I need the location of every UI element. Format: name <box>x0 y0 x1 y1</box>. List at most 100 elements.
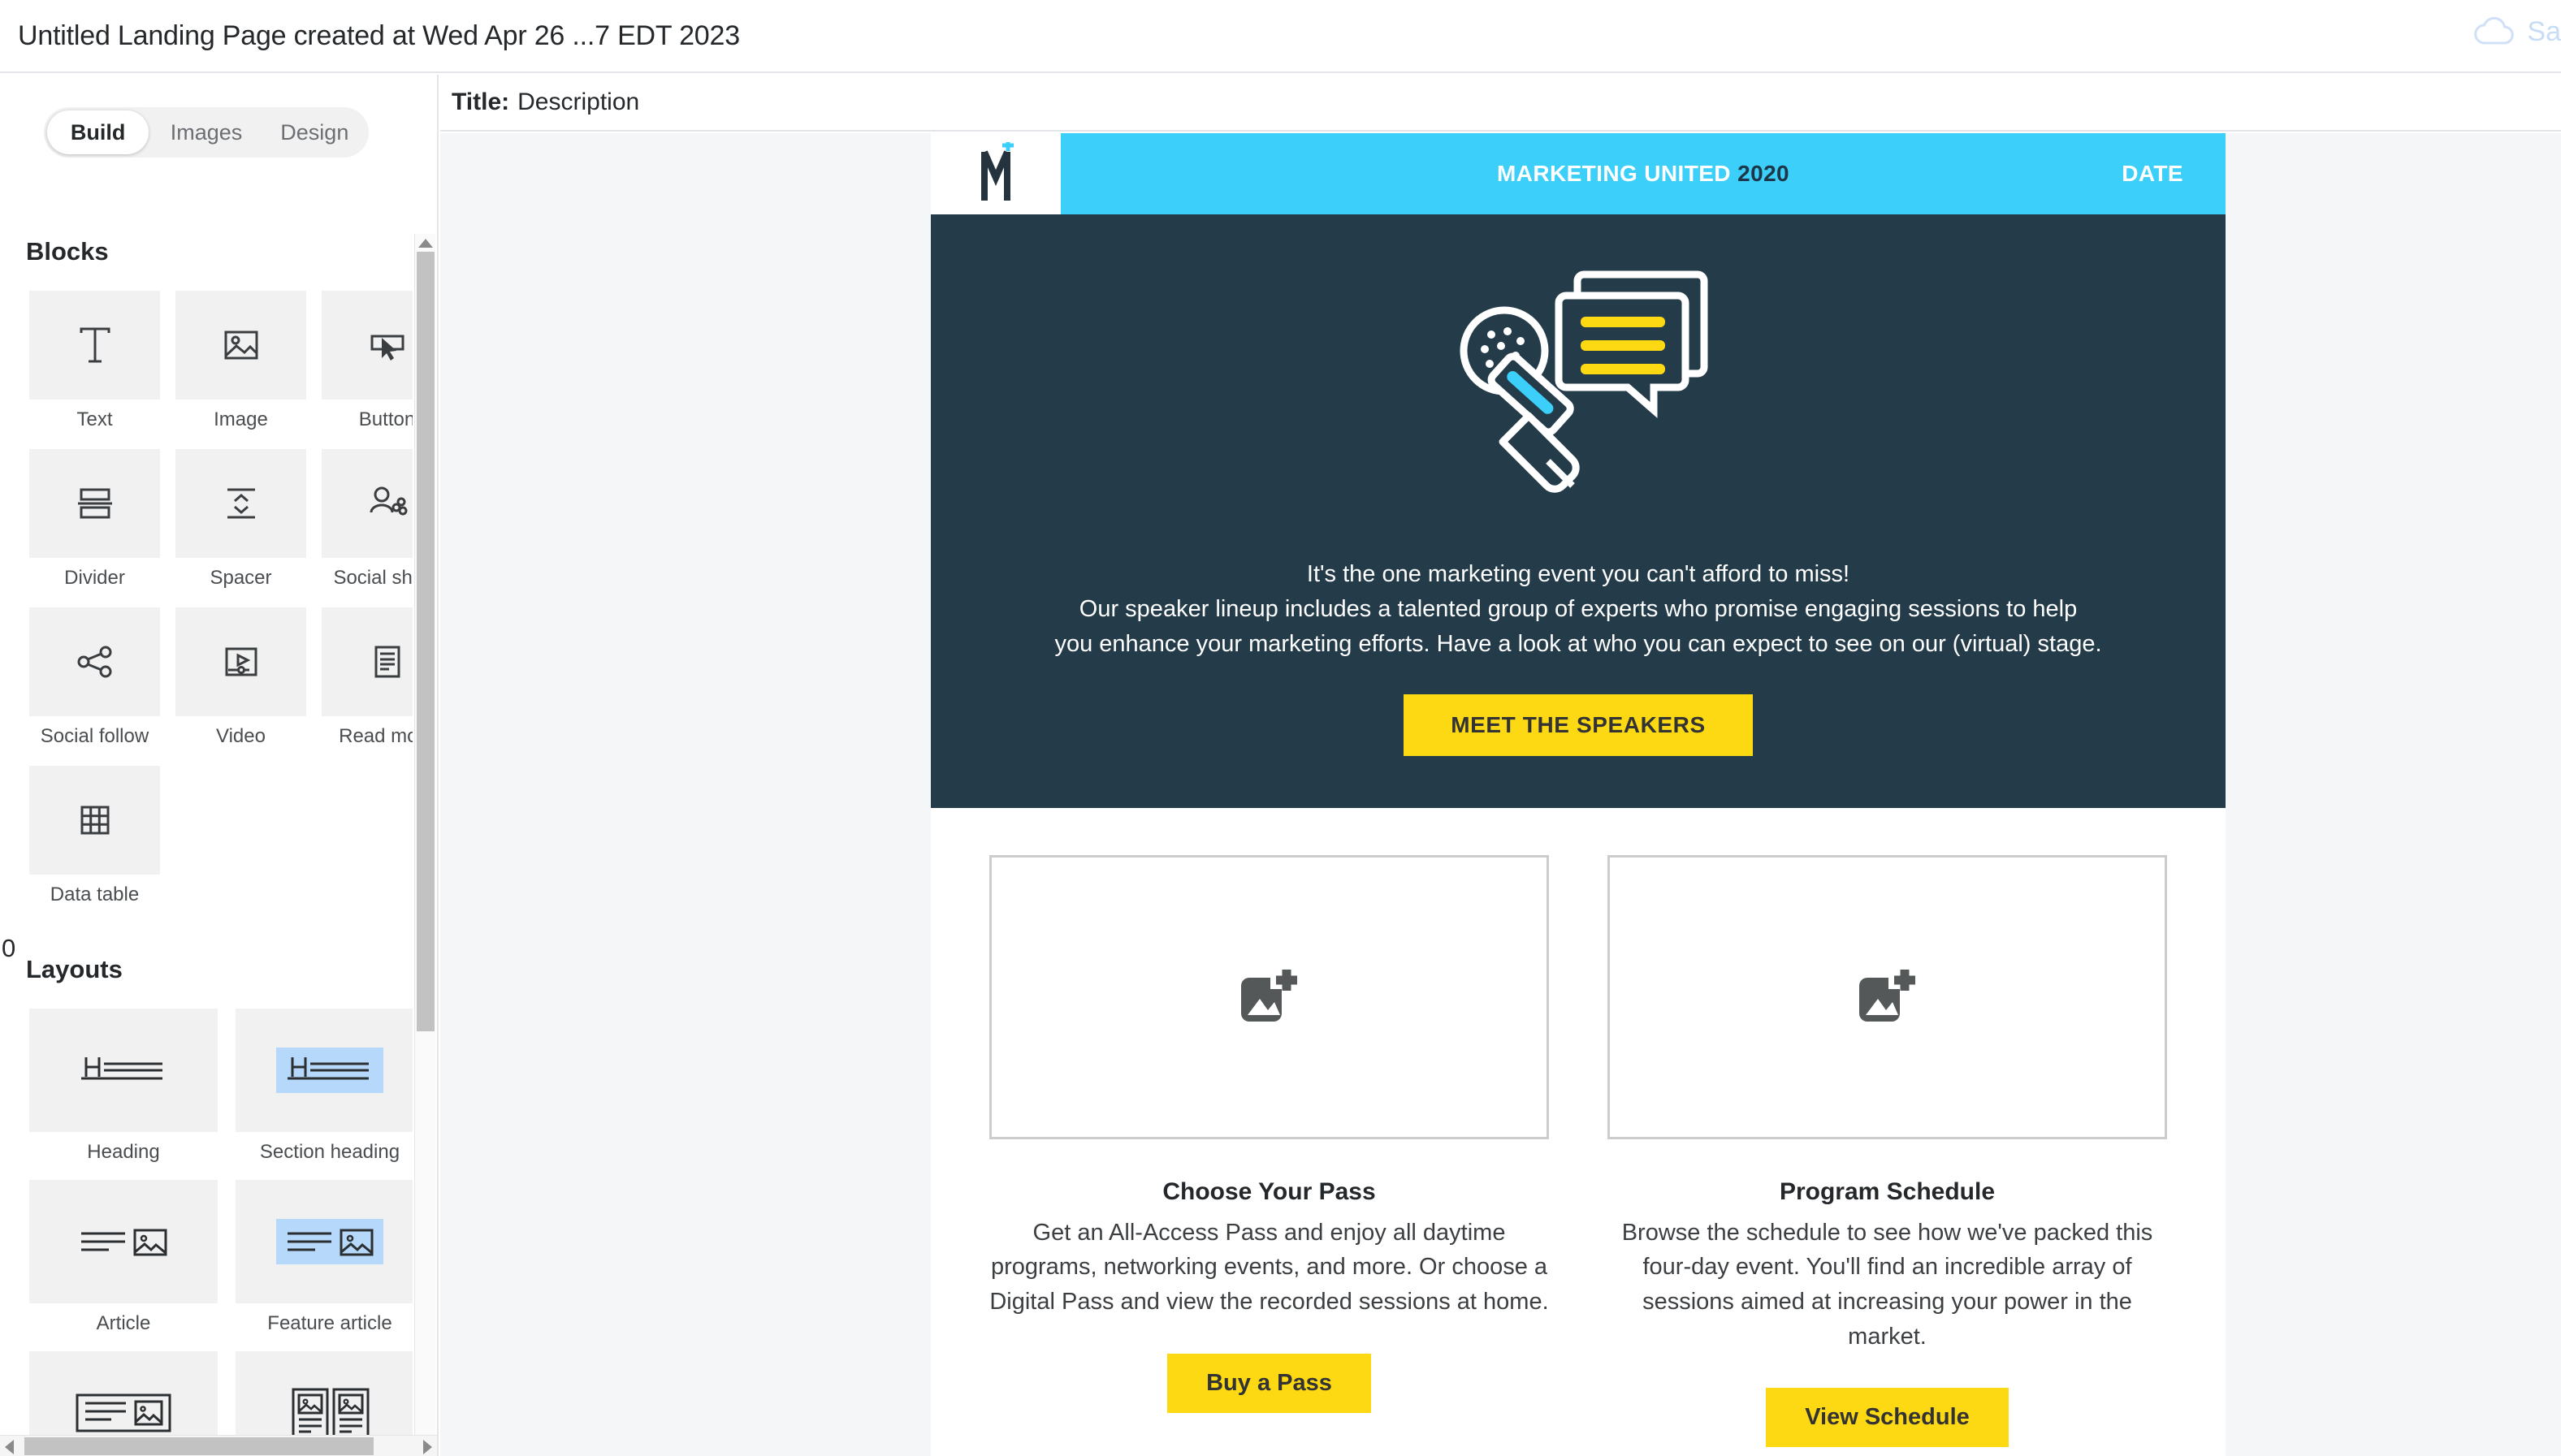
scroll-up-arrow-icon[interactable] <box>418 239 433 248</box>
block-item-text[interactable]: Text <box>29 291 160 431</box>
sidebar-vertical-scrollbar[interactable] <box>414 234 435 1456</box>
top-bar: Untitled Landing Page created at Wed Apr… <box>0 0 2561 73</box>
block-item-data-table[interactable]: Data table <box>29 766 160 906</box>
block-thumb-spacer[interactable] <box>175 449 306 558</box>
description-value[interactable]: Description <box>517 89 639 116</box>
block-thumb-image[interactable] <box>175 291 306 400</box>
layout-item-feature-article[interactable]: Feature article <box>236 1180 413 1335</box>
block-item-image[interactable]: Image <box>175 291 306 431</box>
block-thumb-data-table[interactable] <box>29 766 160 875</box>
layouts-heading: Layouts <box>26 955 123 983</box>
image-placeholder-right[interactable] <box>1607 854 2167 1139</box>
sidebar-horizontal-scrollbar[interactable] <box>0 1435 437 1456</box>
layout-label-heading: Heading <box>87 1141 160 1163</box>
layout-thumb-article[interactable] <box>29 1180 218 1303</box>
sidebar-horizontal-scroll-thumb[interactable] <box>24 1437 374 1455</box>
image-icon <box>224 331 257 360</box>
save-status-group[interactable]: Sa <box>2473 16 2561 48</box>
column-choose-your-pass: Choose Your Pass Get an All-Access Pass … <box>989 854 1549 1448</box>
block-label-data-table: Data table <box>50 884 140 905</box>
layouts-grid: Heading Section heading Article Feature … <box>29 1009 413 1455</box>
block-item-read-more[interactable]: Read more <box>322 607 413 748</box>
layout-thumb-heading[interactable] <box>29 1009 218 1132</box>
layout-thumb-feature-article[interactable] <box>236 1180 413 1303</box>
logo-container <box>931 133 1061 214</box>
block-label-button: Button <box>358 408 413 430</box>
block-item-spacer[interactable]: Spacer <box>175 449 306 590</box>
block-item-social-share[interactable]: Social share <box>322 449 413 590</box>
add-image-icon <box>1858 969 1915 1022</box>
block-label-text: Text <box>76 408 113 430</box>
layout-item-section-heading[interactable]: Section heading <box>236 1009 413 1164</box>
layout-thumb-section-heading[interactable] <box>236 1009 413 1132</box>
column-body-left: Get an All-Access Pass and enjoy all day… <box>989 1219 1549 1315</box>
header-date: DATE <box>2122 161 2183 186</box>
scroll-right-arrow-icon[interactable] <box>423 1440 432 1454</box>
card-icon <box>76 1393 171 1432</box>
column-body-right: Browse the schedule to see how we've pac… <box>1621 1219 2153 1350</box>
block-label-social-follow: Social follow <box>40 725 149 747</box>
marketing-united-logo-icon <box>981 142 1014 201</box>
header-year: 2020 <box>1737 161 1790 186</box>
heading-icon <box>81 1057 162 1080</box>
blocks-heading: Blocks <box>26 237 109 266</box>
scroll-left-arrow-icon[interactable] <box>5 1440 14 1454</box>
header-brand-group: MARKETING UNITED 2020 <box>1061 161 2226 187</box>
block-thumb-button[interactable] <box>322 291 413 400</box>
microphone-speech-bubble-illustration <box>1460 270 1708 493</box>
sidebar-tabs: Build Images Design <box>44 107 369 158</box>
tab-build[interactable]: Build <box>47 110 149 154</box>
read-more-icon <box>374 646 400 678</box>
spacer-icon <box>227 488 255 519</box>
tab-images[interactable]: Images <box>155 110 257 154</box>
column-program-schedule: Program Schedule Browse the schedule to … <box>1607 854 2167 1448</box>
layout-item-heading[interactable]: Heading <box>29 1009 218 1164</box>
layout-item-article[interactable]: Article <box>29 1180 218 1335</box>
layout-label-article: Article <box>96 1312 151 1334</box>
block-item-button[interactable]: Button <box>322 291 413 431</box>
hero-line-2: Our speaker lineup includes a talented g… <box>1079 595 2078 622</box>
blocks-grid: Text Image Button Divider Spacer Social … <box>29 291 413 906</box>
sidebar-vertical-scroll-thumb[interactable] <box>417 252 435 1031</box>
block-thumb-divider[interactable] <box>29 449 160 558</box>
social-follow-icon <box>77 646 111 678</box>
video-icon <box>225 647 257 676</box>
block-item-video[interactable]: Video <box>175 607 306 748</box>
email-header: MARKETING UNITED 2020 DATE <box>931 133 2226 214</box>
block-item-divider[interactable]: Divider <box>29 449 160 590</box>
cloud-icon <box>2474 16 2515 45</box>
column-title-right: Program Schedule <box>1779 1177 1996 1205</box>
block-label-video: Video <box>216 725 266 747</box>
left-sidebar: Build Images Design Blocks Text Image Bu… <box>0 75 439 1456</box>
tab-design[interactable]: Design <box>264 110 366 154</box>
meet-the-speakers-button[interactable]: MEET THE SPEAKERS <box>1404 693 1753 756</box>
layout-label-feature-article: Feature article <box>267 1312 392 1334</box>
block-thumb-social-share[interactable] <box>322 449 413 558</box>
buy-a-pass-button[interactable]: Buy a Pass <box>1167 1353 1371 1413</box>
block-thumb-social-follow[interactable] <box>29 607 160 716</box>
button-icon <box>370 335 404 361</box>
image-placeholder-left[interactable] <box>989 854 1549 1139</box>
main-area: Title: Description MARKETING UNITED 2020… <box>440 75 2561 1456</box>
column-title-left: Choose Your Pass <box>1162 1177 1376 1205</box>
view-schedule-button[interactable]: View Schedule <box>1766 1388 2009 1448</box>
description-label: Title: <box>452 89 510 115</box>
sidebar-scroll-panel: Blocks Text Image Button Divider Spacer … <box>0 237 413 1455</box>
block-item-social-follow[interactable]: Social follow <box>29 607 160 748</box>
block-thumb-read-more[interactable] <box>322 607 413 716</box>
two-column-section: Choose Your Pass Get an All-Access Pass … <box>931 807 2226 1448</box>
two-column-cards-icon <box>292 1388 370 1438</box>
header-brand: MARKETING UNITED <box>1496 161 1731 186</box>
block-thumb-text[interactable] <box>29 291 160 400</box>
email-preview: MARKETING UNITED 2020 DATE It's the one … <box>931 133 2226 1456</box>
hero-line-1: It's the one marketing event you can't a… <box>1306 561 1850 587</box>
block-thumb-video[interactable] <box>175 607 306 716</box>
feature-article-highlight <box>276 1219 383 1264</box>
editor-canvas: MARKETING UNITED 2020 DATE It's the one … <box>440 133 2561 1456</box>
hero-line-3: you enhance your marketing efforts. Have… <box>1054 630 2102 657</box>
section-heading-icon <box>288 1057 369 1080</box>
add-image-icon <box>1240 969 1297 1022</box>
block-label-social-share: Social share <box>333 567 413 589</box>
save-status-label: Sa <box>2527 16 2561 47</box>
data-table-icon <box>80 806 109 835</box>
